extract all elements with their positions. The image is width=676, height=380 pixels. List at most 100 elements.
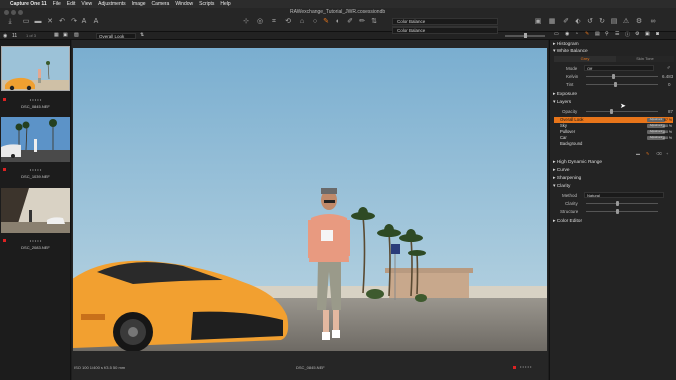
wb-picker-icon[interactable]: ✐ — [667, 65, 670, 70]
kelvin-knob[interactable] — [612, 74, 615, 79]
settings-icon[interactable]: ⚙ — [635, 18, 643, 26]
glasses-icon[interactable]: ∞ — [649, 18, 657, 26]
viewer-rating[interactable]: • • • • • — [520, 364, 531, 369]
output-tab-icon[interactable]: ⚙ — [635, 31, 639, 37]
menu-file[interactable]: File — [53, 1, 61, 7]
kelvin-value[interactable]: 6.483 — [662, 74, 673, 79]
thumbnail-2[interactable] — [1, 117, 70, 162]
import-icon[interactable]: ⤓ — [6, 18, 14, 26]
tab-grey[interactable]: Grey — [554, 56, 616, 62]
zoom-window-icon[interactable] — [18, 10, 23, 15]
gradient-tool-icon[interactable]: ◐ — [334, 18, 342, 26]
camera-tab-icon[interactable]: ◙ — [656, 31, 659, 37]
curve-header[interactable]: ▸ Curve — [553, 168, 570, 173]
capture-tab-icon[interactable]: ◉ — [565, 31, 569, 37]
loupe-tool-icon[interactable]: ◎ — [256, 18, 264, 26]
close-window-icon[interactable] — [4, 10, 9, 15]
picker-icon[interactable]: ✐ — [562, 18, 570, 26]
thumbnail-3[interactable] — [1, 188, 70, 233]
opacity-value[interactable]: 87 — [668, 109, 673, 114]
menu-view[interactable]: View — [81, 1, 92, 7]
spot-tool-icon[interactable]: ○ — [311, 18, 319, 26]
layer-add-icon[interactable]: + — [666, 151, 668, 156]
picker-tool-icon[interactable]: ✐ — [346, 18, 354, 26]
layers-header[interactable]: ▾ Layers — [553, 100, 571, 105]
details-tab-icon[interactable]: ⚲ — [605, 31, 609, 37]
folder-icon[interactable]: ▬ — [34, 18, 42, 26]
layer-row[interactable]: Background — [554, 141, 673, 147]
pan-tool-icon[interactable]: ⊹ — [242, 18, 250, 26]
delete-icon[interactable]: ✕ — [46, 18, 54, 26]
keystone-tool-icon[interactable]: ⌂ — [298, 18, 306, 26]
opacity-knob[interactable] — [610, 109, 613, 114]
white-balance-header[interactable]: ▾ White Balance — [553, 49, 588, 54]
crop-tool-icon[interactable]: ⌗ — [270, 18, 278, 26]
grid-view-icon[interactable]: ▦ — [548, 18, 556, 26]
opacity-slider[interactable] — [586, 111, 658, 112]
clarity-header[interactable]: ▾ Clarity — [553, 184, 570, 189]
tint-knob[interactable] — [614, 82, 617, 87]
hdr-header[interactable]: ▸ High Dynamic Range — [553, 160, 602, 165]
camera-icon[interactable]: ▭ — [22, 18, 30, 26]
filter-icon[interactable]: ▣ — [63, 32, 68, 38]
main-photo[interactable] — [73, 48, 547, 351]
tint-value[interactable]: 0 — [668, 82, 671, 87]
redo-icon[interactable]: ↷ — [70, 18, 78, 26]
batch-tab-icon[interactable]: ▣ — [645, 31, 650, 37]
folder-tab-icon[interactable]: ▭ — [554, 31, 559, 37]
clarity-knob[interactable] — [616, 201, 619, 206]
menu-image[interactable]: Image — [132, 1, 146, 7]
menu-app-name[interactable]: Capture One 11 — [10, 1, 47, 7]
undo-icon[interactable]: ↶ — [58, 18, 66, 26]
menu-scripts[interactable]: Scripts — [199, 1, 214, 7]
text-style-icon[interactable]: A — [92, 18, 100, 26]
layer-brush-icon[interactable]: ✎ — [646, 151, 649, 156]
histogram-header[interactable]: ▸ Histogram — [553, 42, 579, 47]
menu-edit[interactable]: Edit — [67, 1, 76, 7]
layers-icon[interactable]: ▤ — [610, 18, 618, 26]
compare-icon[interactable]: ▣ — [534, 18, 542, 26]
minimize-window-icon[interactable] — [11, 10, 16, 15]
reset-icon[interactable]: ↺ — [586, 18, 594, 26]
sort-icon[interactable]: ▦ — [54, 32, 59, 38]
lens-tab-icon[interactable]: ◔ — [575, 31, 578, 37]
exposure-tab-icon[interactable]: ▤ — [595, 31, 600, 37]
thumbnail-1[interactable] — [1, 46, 70, 91]
preset-dropdown[interactable]: Overall Look — [96, 33, 136, 39]
warning-icon[interactable]: ⚠ — [622, 18, 630, 26]
annotate-tool-icon[interactable]: ✏ — [358, 18, 366, 26]
structure-slider[interactable] — [586, 211, 658, 212]
clarity-slider[interactable] — [586, 203, 658, 204]
adjustments-tab-icon[interactable]: ☰ — [615, 31, 619, 37]
color-editor-header[interactable]: ▸ Color Editor — [553, 219, 582, 224]
palette-icon[interactable]: ▧ — [74, 32, 79, 38]
eye-icon[interactable]: ◉ — [3, 33, 7, 39]
metadata-tab-icon[interactable]: ⓘ — [625, 31, 630, 38]
rotate-tool-icon[interactable]: ⟲ — [284, 18, 292, 26]
copy-adjustments-icon[interactable]: ⇅ — [370, 18, 378, 26]
adjustment-box-3[interactable]: Color Balance — [392, 27, 498, 34]
mode-dropdown[interactable]: Off — [584, 65, 654, 71]
tab-skin-tone[interactable]: Skin Tone — [616, 56, 674, 62]
layer-erase-icon[interactable]: ⌫ — [656, 151, 662, 156]
kelvin-slider[interactable] — [586, 76, 658, 77]
menu-camera[interactable]: Camera — [152, 1, 170, 7]
exposure-header[interactable]: ▸ Exposure — [553, 92, 577, 97]
menu-help[interactable]: Help — [220, 1, 230, 7]
preset-menu-icon[interactable]: ⇅ — [140, 32, 144, 38]
sharpening-header[interactable]: ▸ Sharpening — [553, 176, 581, 181]
stamp-icon[interactable]: ⬖ — [574, 18, 582, 26]
tint-slider[interactable] — [586, 84, 658, 85]
viewer-color-tag[interactable] — [513, 366, 516, 369]
brush-tool-icon[interactable]: ✎ — [322, 18, 330, 26]
adjustment-box-1[interactable]: Color Balance — [392, 18, 498, 25]
method-dropdown[interactable]: Natural — [584, 192, 664, 198]
structure-knob[interactable] — [616, 209, 619, 214]
zoom-slider-knob[interactable] — [524, 33, 527, 38]
menu-adjustments[interactable]: Adjustments — [98, 1, 126, 7]
menu-window[interactable]: Window — [175, 1, 193, 7]
text-icon[interactable]: A — [80, 18, 88, 26]
layer-delete-icon[interactable]: ▬ — [636, 151, 640, 156]
color-tab-icon[interactable]: ✎ — [585, 31, 589, 37]
reset-all-icon[interactable]: ↻ — [598, 18, 606, 26]
